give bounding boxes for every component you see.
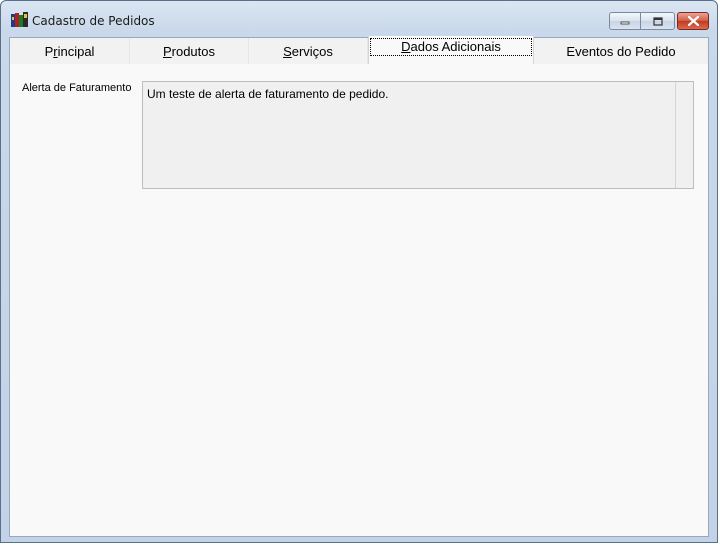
tab-servicos-accel: S xyxy=(283,43,292,59)
tab-servicos-label-post: erviços xyxy=(291,43,333,59)
form-client-area: Pr incipal Produtos Serviços Dados Adicio… xyxy=(9,36,709,537)
alerta-faturamento-memo[interactable]: Um teste de alerta de faturamento de ped… xyxy=(142,81,694,189)
alerta-faturamento-label: Alerta de Faturamento xyxy=(22,82,132,94)
title-bar[interactable]: Cadastro de Pedidos xyxy=(1,1,717,33)
tab-principal-label-pre: P xyxy=(44,43,54,59)
tab-strip: Pr incipal Produtos Serviços Dados Adicio… xyxy=(10,36,708,65)
app-window: Cadastro de Pedidos Principal Produtos xyxy=(0,0,718,543)
app-icon xyxy=(11,12,28,27)
minimize-button[interactable] xyxy=(609,12,641,30)
close-button[interactable] xyxy=(677,12,709,30)
maximize-icon xyxy=(652,16,663,26)
tab-dados-label-post: ados Adicionais xyxy=(410,38,501,54)
tab-eventos-label: Eventos do Pedido xyxy=(566,43,676,59)
close-icon xyxy=(687,16,699,26)
tab-focus-rect: Dados Adicionais xyxy=(370,37,532,56)
tab-principal[interactable]: Pr incipal xyxy=(10,38,130,64)
tab-principal-label-post: incipal xyxy=(57,43,95,59)
window-title: Cadastro de Pedidos xyxy=(32,14,155,28)
tab-produtos-label-post: rodutos xyxy=(171,43,216,59)
tab-produtos-accel: P xyxy=(162,43,172,59)
tab-dados-accel: D xyxy=(401,38,411,54)
tab-produtos[interactable]: Produtos xyxy=(130,38,249,64)
minimize-icon xyxy=(620,21,630,25)
tab-page-dados-adicionais: Alerta de Faturamento Um teste de alerta… xyxy=(10,64,708,536)
tab-eventos-do-pedido[interactable]: Eventos do Pedido xyxy=(534,38,708,64)
tab-dados-adicionais[interactable]: Dados Adicionais xyxy=(368,36,534,65)
maximize-button[interactable] xyxy=(641,12,675,30)
tab-servicos[interactable]: Serviços xyxy=(249,38,368,64)
memo-scrollbar[interactable] xyxy=(675,82,693,188)
alerta-faturamento-text: Um teste de alerta de faturamento de ped… xyxy=(147,87,389,101)
